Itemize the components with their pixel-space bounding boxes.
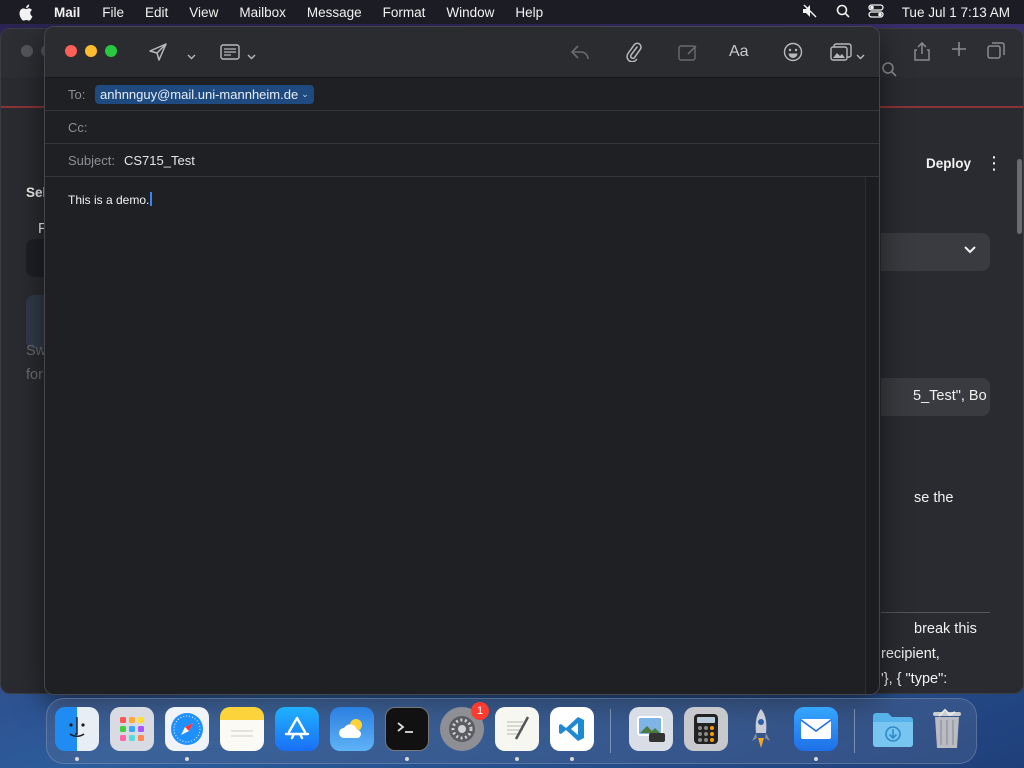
subject-field[interactable]: Subject: CS715_Test [45,144,879,177]
peek-select-box[interactable] [26,239,46,277]
apple-menu-icon[interactable] [18,4,36,21]
to-label: To: [68,87,86,102]
background-text-use-the: se the [914,490,954,506]
chevron-down-icon[interactable] [187,46,196,68]
close-button[interactable] [65,45,77,57]
menu-clock[interactable]: Tue Jul 1 7:13 AM [902,5,1010,20]
cc-field[interactable]: Cc: [45,111,879,144]
subject-input[interactable]: CS715_Test [124,153,195,168]
peek-card [26,295,46,349]
dock-notes-icon[interactable] [220,707,264,751]
menu-file[interactable]: File [102,5,124,20]
to-field[interactable]: To: anhnnguy@mail.uni-mannheim.de ⌄ [45,78,879,111]
header-fields-chevron-icon[interactable] [247,46,256,68]
background-text-box: 5_Test", Bo [881,378,990,416]
deploy-button[interactable]: Deploy [926,156,971,171]
chevron-down-icon[interactable]: ⌄ [301,89,309,100]
menu-help[interactable]: Help [515,5,543,20]
control-center-icon[interactable] [868,3,884,21]
menu-edit[interactable]: Edit [145,5,168,20]
reply-icon[interactable] [570,41,590,63]
menu-app-name[interactable]: Mail [54,5,80,20]
header-fields-icon[interactable] [220,41,242,63]
search-icon[interactable] [836,4,850,21]
body-scrollbar[interactable] [865,177,879,694]
dock-textedit-icon[interactable] [495,707,539,751]
compose-window: Aa To: anhnnguy@mail.uni-mannheim.de ⌄ C… [44,26,880,695]
dock: 1 [46,698,977,764]
more-options-icon[interactable]: ⋮ [985,153,1003,174]
dock-system-settings-icon[interactable]: 1 [440,702,489,751]
recipient-address: anhnnguy@mail.uni-mannheim.de [100,87,299,102]
compose-toolbar: Aa [45,27,879,78]
menu-window[interactable]: Window [446,5,494,20]
background-text-recipient: recipient, [881,646,940,662]
dock-rocket-icon[interactable] [739,707,783,751]
dock-launchpad-icon[interactable] [110,707,154,751]
tab-overview-icon[interactable] [987,42,1005,64]
menu-mailbox[interactable]: Mailbox [239,5,286,20]
running-indicator [405,757,409,761]
background-text-break: break this [914,621,977,637]
message-body[interactable]: This is a demo. [45,177,865,694]
dock-downloads-icon[interactable] [871,707,915,751]
dock-trash-icon[interactable] [925,707,969,751]
background-divider [881,612,990,613]
menu-format[interactable]: Format [383,5,426,20]
dock-preview-icon[interactable] [629,707,673,751]
background-select-box[interactable] [881,233,990,271]
running-indicator [570,757,574,761]
photo-browser-icon[interactable] [830,41,852,63]
recipient-token[interactable]: anhnnguy@mail.uni-mannheim.de ⌄ [95,85,314,104]
subject-label: Subject: [68,153,115,168]
notification-badge: 1 [471,702,489,720]
background-scrollbar[interactable] [1017,159,1022,234]
dock-mail-icon[interactable] [794,707,838,751]
running-indicator [515,757,519,761]
message-body-content: This is a demo. [68,193,150,207]
text-caret [150,192,152,206]
zoom-button[interactable] [105,45,117,57]
photo-browser-chevron-icon[interactable] [856,46,865,68]
dock-finder-icon[interactable] [55,707,99,751]
minimize-button[interactable] [85,45,97,57]
emoji-icon[interactable] [783,41,803,63]
dock-safari-icon[interactable] [165,707,209,751]
dock-separator [610,709,611,753]
dock-app-store-icon[interactable] [275,707,319,751]
peek-text-line-2: for [26,367,43,383]
running-indicator [185,757,189,761]
menu-message[interactable]: Message [307,5,362,20]
send-icon[interactable] [148,41,168,63]
dock-terminal-icon[interactable] [385,707,429,751]
dock-vscode-icon[interactable] [550,707,594,751]
dock-calculator-icon[interactable] [684,707,728,751]
message-body-text[interactable]: This is a demo. [68,192,152,207]
search-icon[interactable] [881,61,897,82]
mute-icon[interactable] [802,4,818,21]
share-icon[interactable] [914,41,930,66]
running-indicator [75,757,79,761]
window-controls [65,45,117,57]
dock-weather-icon[interactable] [330,707,374,751]
format-icon[interactable]: Aa [729,41,749,63]
dock-separator [854,709,855,753]
menu-bar: Mail File Edit View Mailbox Message Form… [0,0,1024,24]
menu-view[interactable]: View [189,5,218,20]
markup-icon[interactable] [678,41,698,63]
cc-label: Cc: [68,120,88,135]
chevron-down-icon [964,241,976,259]
background-text-type: '}, { "type": [881,671,948,687]
new-tab-icon[interactable] [951,41,967,62]
attachment-icon[interactable] [626,41,642,63]
running-indicator [814,757,818,761]
